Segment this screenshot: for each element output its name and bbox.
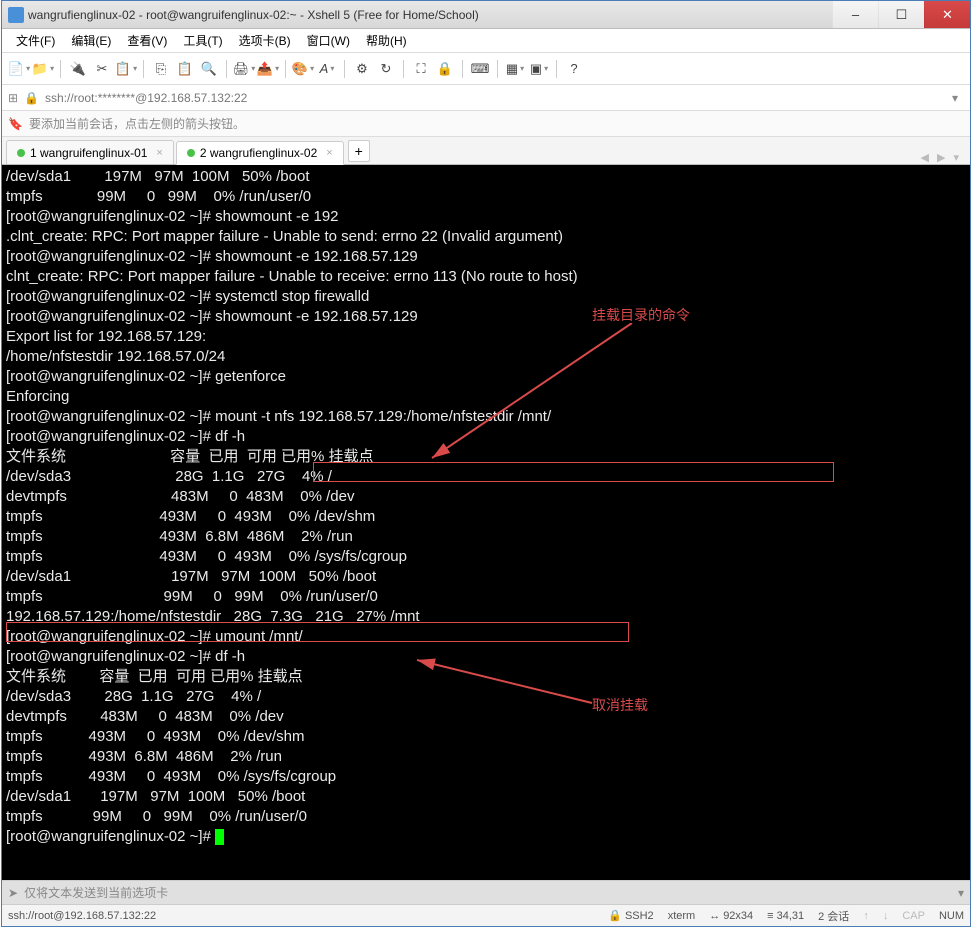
tab-close-icon[interactable]: × xyxy=(326,147,332,159)
status-num: NUM xyxy=(939,910,964,922)
tab-nav: ◀ ▶ ▾ xyxy=(918,151,966,164)
status-cap: CAP xyxy=(902,910,925,922)
bookmark-icon[interactable]: 🔖 xyxy=(8,117,23,131)
menu-view[interactable]: 查看(V) xyxy=(119,30,175,51)
status-down-icon: ↓ xyxy=(883,910,889,922)
toolbar: 📄 📁 🔌 ✂ 📋 ⎘ 📋 🔍 🖨 📤 🎨 A ⚙ ↻ ⛶ 🔒 ⌨ ▦ ▣ ? xyxy=(2,53,970,85)
status-dot-icon xyxy=(17,149,25,157)
keymap-button[interactable]: ⌨ xyxy=(469,58,491,80)
layout-button[interactable]: ▦ xyxy=(504,58,526,80)
find-button[interactable]: 🔍 xyxy=(198,58,220,80)
status-dot-icon xyxy=(187,149,195,157)
lock-icon: 🔒 xyxy=(24,91,39,105)
tab-bar: 1 wangruifenglinux-01 × 2 wangrufienglin… xyxy=(2,137,970,165)
tab-list-icon[interactable]: ▾ xyxy=(950,151,962,164)
print-button[interactable]: 🖨 xyxy=(233,58,255,80)
status-pos: ≡ 34,31 xyxy=(767,910,804,922)
color-button[interactable]: 🎨 xyxy=(292,58,314,80)
fullscreen-button[interactable]: ⛶ xyxy=(410,58,432,80)
window-title: wangrufienglinux-02 - root@wangruifengli… xyxy=(28,8,832,22)
send-text[interactable]: 仅将文本发送到当前选项卡 xyxy=(24,884,168,901)
addr-dropdown-icon[interactable]: ⊞ xyxy=(8,91,18,105)
menu-help[interactable]: 帮助(H) xyxy=(358,30,415,51)
status-size: ↔ 92x34 xyxy=(709,910,753,922)
address-dropdown-icon[interactable]: ▾ xyxy=(946,91,964,105)
tab-label: 1 wangruifenglinux-01 xyxy=(30,146,147,160)
help-button[interactable]: ? xyxy=(563,58,585,80)
disconnect-button[interactable]: ✂ xyxy=(91,58,113,80)
close-button[interactable]: ✕ xyxy=(924,1,970,28)
tab-prev-icon[interactable]: ◀ xyxy=(918,151,932,164)
new-session-button[interactable]: 📄 xyxy=(8,58,30,80)
status-connection: ssh://root@192.168.57.132:22 xyxy=(8,910,156,922)
title-bar: wangrufienglinux-02 - root@wangruifengli… xyxy=(2,1,970,29)
tab-session-1[interactable]: 1 wangruifenglinux-01 × xyxy=(6,140,174,164)
address-bar: ⊞ 🔒 ssh://root:********@192.168.57.132:2… xyxy=(2,85,970,111)
status-sessions: 2 会话 xyxy=(818,908,849,924)
status-bar: ssh://root@192.168.57.132:22 🔒 SSH2 xter… xyxy=(2,904,970,926)
send-icon[interactable]: ➤ xyxy=(8,886,18,900)
tab-label: 2 wangrufienglinux-02 xyxy=(200,146,317,160)
transfer-button[interactable]: 📤 xyxy=(257,58,279,80)
font-button[interactable]: A xyxy=(316,58,338,80)
refresh-button[interactable]: ↻ xyxy=(375,58,397,80)
send-bar: ➤ 仅将文本发送到当前选项卡 ▾ xyxy=(2,880,970,904)
maximize-button[interactable]: ☐ xyxy=(878,1,924,28)
new-tab-button[interactable]: + xyxy=(348,140,370,162)
menu-tabs[interactable]: 选项卡(B) xyxy=(231,30,299,51)
app-icon xyxy=(8,7,24,23)
status-ssh: 🔒 SSH2 xyxy=(608,909,653,922)
tile-button[interactable]: ▣ xyxy=(528,58,550,80)
open-button[interactable]: 📁 xyxy=(32,58,54,80)
terminal-output[interactable]: /dev/sda1 197M 97M 100M 50% /boot tmpfs … xyxy=(2,165,970,880)
properties-button[interactable]: 📋 xyxy=(115,58,137,80)
menu-window[interactable]: 窗口(W) xyxy=(299,30,358,51)
status-term: xterm xyxy=(668,910,696,922)
minimize-button[interactable]: – xyxy=(832,1,878,28)
status-up-icon: ↑ xyxy=(863,910,869,922)
menu-edit[interactable]: 编辑(E) xyxy=(63,30,119,51)
hint-text: 要添加当前会话，点击左侧的箭头按钮。 xyxy=(29,115,245,132)
lock-button[interactable]: 🔒 xyxy=(434,58,456,80)
reconnect-button[interactable]: 🔌 xyxy=(67,58,89,80)
tab-session-2[interactable]: 2 wangrufienglinux-02 × xyxy=(176,141,344,165)
menu-file[interactable]: 文件(F) xyxy=(8,30,63,51)
menu-tools[interactable]: 工具(T) xyxy=(175,30,230,51)
address-text[interactable]: ssh://root:********@192.168.57.132:22 xyxy=(45,91,247,105)
send-dropdown-icon[interactable]: ▾ xyxy=(958,886,964,900)
copy-button[interactable]: ⎘ xyxy=(150,58,172,80)
hint-bar: 🔖 要添加当前会话，点击左侧的箭头按钮。 xyxy=(2,111,970,137)
paste-button[interactable]: 📋 xyxy=(174,58,196,80)
tab-next-icon[interactable]: ▶ xyxy=(934,151,948,164)
menu-bar: 文件(F) 编辑(E) 查看(V) 工具(T) 选项卡(B) 窗口(W) 帮助(… xyxy=(2,29,970,53)
script-button[interactable]: ⚙ xyxy=(351,58,373,80)
tab-close-icon[interactable]: × xyxy=(156,147,162,159)
